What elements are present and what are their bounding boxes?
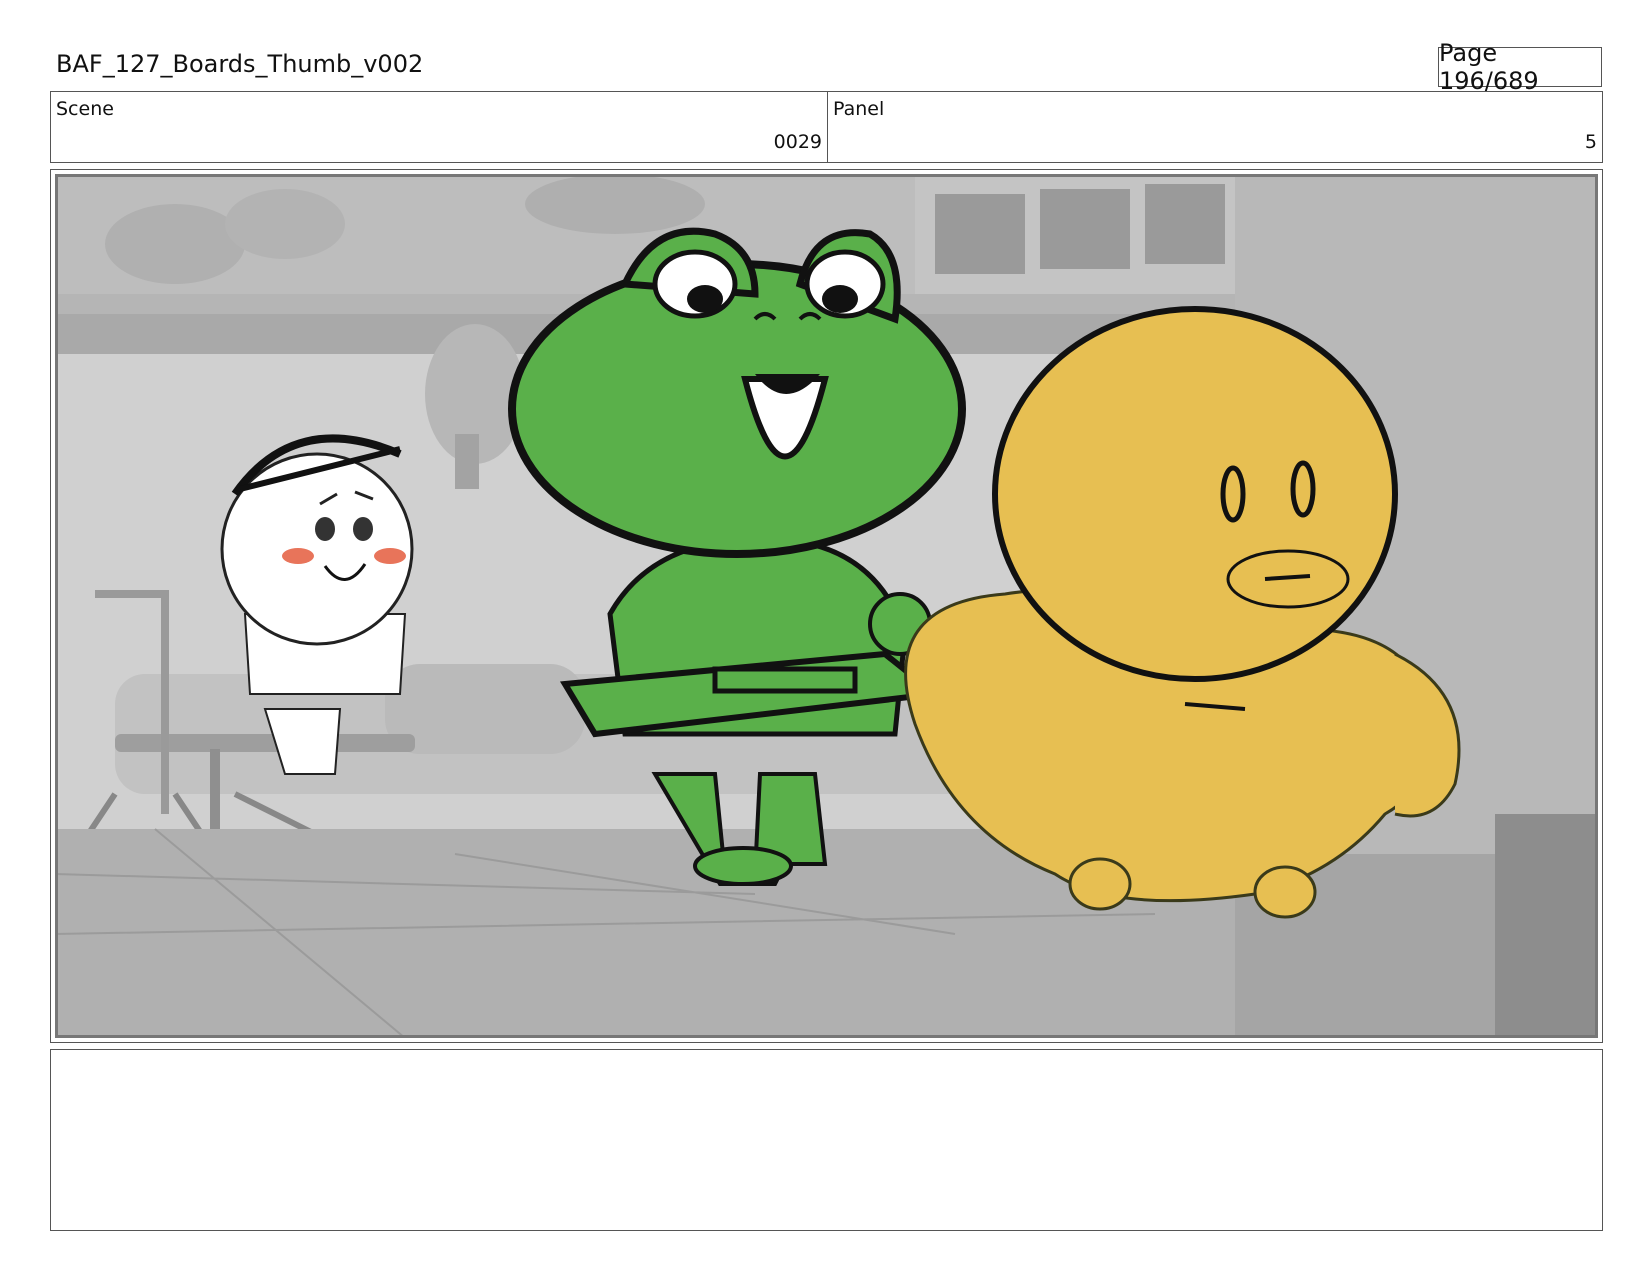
document-title: BAF_127_Boards_Thumb_v002 [56,50,424,78]
panel-number: 5 [1584,131,1597,153]
scene-number: 0029 [773,131,822,153]
panel-label: Panel [833,98,885,120]
page-number: Page 196/689 [1438,39,1602,95]
notes-box [50,1049,1603,1231]
storyboard-drawing [55,174,1598,1038]
scene-panel-info: Scene 0029 Panel 5 [50,91,1603,163]
scene-label: Scene [56,98,114,120]
scene-cell: Scene 0029 [51,92,828,162]
panel-cell: Panel 5 [828,92,1602,162]
storyboard-frame [50,169,1603,1043]
